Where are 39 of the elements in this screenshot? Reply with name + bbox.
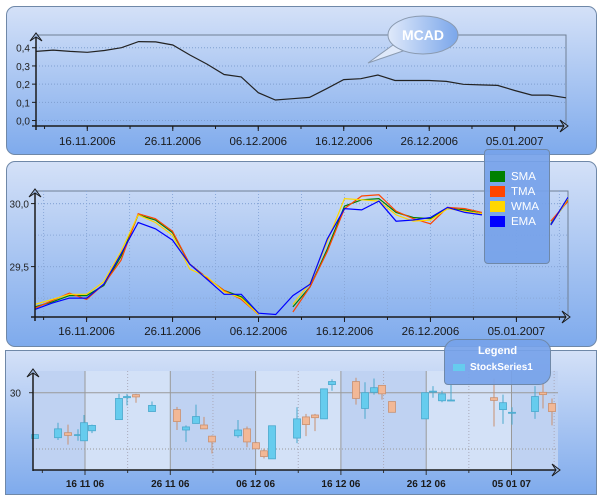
candlestick [148, 401, 156, 412]
legend-label: StockSeries1 [470, 362, 533, 373]
legend-label: TMA [511, 186, 536, 198]
x-tick-label: 05 01 07 [492, 479, 531, 490]
x-tick-label: 26 12 06 [406, 479, 446, 490]
y-tick-label: 30,0 [10, 200, 29, 211]
x-tick-label: 26 11 06 [151, 479, 190, 490]
x-tick-label: 26.12.2006 [400, 136, 458, 148]
legend-label: EMA [511, 216, 536, 228]
y-tick-label: 0,1 [16, 98, 30, 110]
x-tick-label: 26.12.2006 [402, 326, 460, 338]
y-tick-label: 0,2 [16, 80, 30, 92]
y-tick-label: 0,0 [16, 116, 30, 128]
x-tick-label: 06 12 06 [236, 479, 276, 490]
candlestick [31, 434, 39, 439]
candlestick [54, 422, 62, 440]
y-tick-label: 0,3 [16, 62, 30, 73]
candlestick [388, 401, 396, 413]
x-tick-label: 06.12.2006 [229, 136, 288, 148]
x-tick-label: 05.01.2007 [488, 326, 546, 338]
candlestick [208, 434, 216, 454]
x-tick-label: 16.12.2006 [316, 326, 374, 338]
callout-label: MCAD [402, 27, 444, 43]
y-tick-label: 29,5 [10, 262, 29, 274]
legend-label: SMA [511, 170, 536, 182]
y-tick-label: 30 [10, 388, 21, 400]
x-tick-label: 06.12.2006 [230, 326, 288, 338]
x-tick-label: 16.12.2006 [314, 136, 373, 148]
y-tick-label: 0,4 [16, 44, 30, 55]
x-tick-label: 26.11.2006 [144, 136, 202, 148]
legend-label: WMA [511, 200, 540, 212]
x-tick-label: 16.11.2006 [58, 326, 115, 338]
x-tick-label: 16 11 06 [66, 479, 104, 490]
x-tick-label: 16 12 06 [321, 479, 360, 490]
x-tick-label: 05.01.2007 [486, 136, 544, 148]
candlestick [64, 424, 72, 446]
x-tick-label: 26.11.2006 [144, 326, 201, 338]
legend-title: Legend [476, 344, 518, 359]
x-tick-label: 16.11.2006 [58, 136, 116, 148]
